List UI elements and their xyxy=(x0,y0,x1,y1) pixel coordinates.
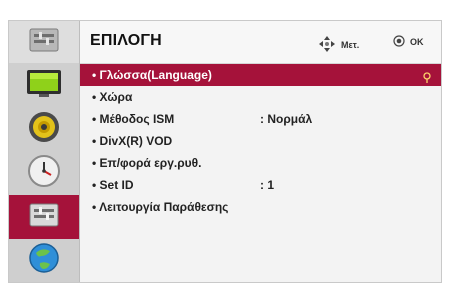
picture-icon xyxy=(25,67,63,104)
menu-item-ism-method[interactable]: • Μέθοδος ISM : Νορμάλ xyxy=(80,108,441,130)
menu-item-label: • DivX(R) VOD xyxy=(92,134,173,148)
sidebar xyxy=(9,21,80,282)
move-hint-label: Μετ. xyxy=(341,40,360,50)
menu-list: • Γλώσσα(Language) • Χώρα • Μέθοδος ISM … xyxy=(80,64,441,218)
menu-item-label: • Γλώσσα(Language) xyxy=(92,68,212,82)
menu-item-divx-vod[interactable]: • DivX(R) VOD xyxy=(80,130,441,152)
menu-item-language[interactable]: • Γλώσσα(Language) xyxy=(80,64,441,86)
menu-item-label: • Επ/φορά εργ.ρυθ. xyxy=(92,156,202,170)
sidebar-item-time[interactable] xyxy=(9,151,79,195)
settings-tool-icon xyxy=(27,25,61,60)
menu-item-factory-reset[interactable]: • Επ/φορά εργ.ρυθ. xyxy=(80,152,441,174)
four-way-arrows-icon xyxy=(318,35,336,55)
menu-frame: ΕΠΙΛΟΓΗ Μετ. OK • Γλώσσα(Language) • Χώρ… xyxy=(8,20,442,283)
sidebar-item-option[interactable] xyxy=(9,195,79,239)
menu-item-set-id[interactable]: • Set ID : 1 xyxy=(80,174,441,196)
menu-item-value: : 1 xyxy=(260,178,275,192)
ok-hint: OK xyxy=(393,35,424,49)
sidebar-item-network[interactable] xyxy=(9,239,79,282)
menu-item-country[interactable]: • Χώρα xyxy=(80,86,441,108)
menu-item-label: • Χώρα xyxy=(92,90,133,104)
osd-menu: ΕΠΙΛΟΓΗ Μετ. OK • Γλώσσα(Language) • Χώρ… xyxy=(0,0,449,285)
page-title: ΕΠΙΛΟΓΗ xyxy=(90,32,162,49)
menu-item-label: • Set ID xyxy=(92,178,134,192)
move-hint: Μετ. xyxy=(318,35,359,55)
ok-hint-label: OK xyxy=(410,37,424,47)
option-toolbox-icon xyxy=(27,200,61,235)
menu-item-tile-mode[interactable]: • Λειτουργία Παράθεσης xyxy=(80,196,441,218)
menu-item-label: • Μέθοδος ISM xyxy=(92,112,175,126)
sidebar-item-audio[interactable] xyxy=(9,107,79,151)
network-globe-icon xyxy=(27,241,61,280)
sidebar-item-setup[interactable] xyxy=(9,21,79,63)
menu-item-value: : Νορμάλ xyxy=(260,112,313,126)
ok-button-icon xyxy=(393,35,405,49)
menu-header: ΕΠΙΛΟΓΗ Μετ. OK xyxy=(80,21,441,64)
clock-icon xyxy=(27,154,61,193)
menu-content: ΕΠΙΛΟΓΗ Μετ. OK • Γλώσσα(Language) • Χώρ… xyxy=(80,21,441,282)
audio-speaker-icon xyxy=(27,110,61,149)
menu-item-label: • Λειτουργία Παράθεσης xyxy=(92,200,229,214)
sidebar-item-picture[interactable] xyxy=(9,63,79,107)
